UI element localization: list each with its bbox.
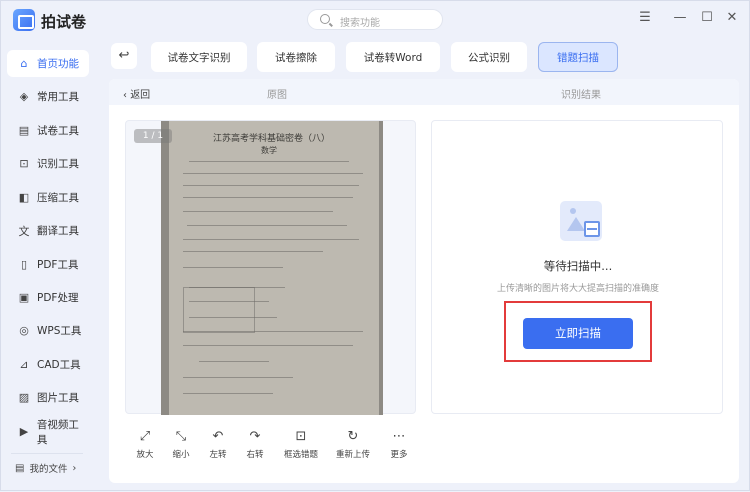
cad-icon: ⊿: [19, 358, 29, 371]
undo-back-button[interactable]: ↩: [111, 43, 137, 69]
sidebar-item-label: PDF处理: [37, 292, 79, 304]
scan-icon: ⊡: [19, 157, 29, 170]
sidebar-item-label: 常用工具: [37, 91, 79, 103]
sidebar-item-recognize-tools[interactable]: ⊡ 识别工具: [7, 150, 89, 177]
select-box-label: 框选错题: [283, 450, 318, 460]
zoom-in-button[interactable]: ⤢ 放大: [125, 428, 165, 460]
sidebar-item-label: PDF工具: [37, 259, 79, 271]
sidebar-item-label: 首页功能: [37, 58, 79, 70]
result-area: 等待扫描中... 上传清晰的图片将大大提高扫描的准确度 立即扫描: [431, 120, 723, 414]
zoom-out-button[interactable]: ⤡ 缩小: [161, 428, 201, 460]
tab-formula-recognition[interactable]: 公式识别: [451, 42, 527, 72]
rotate-left-button[interactable]: ↶ 左转: [198, 428, 238, 460]
wps-icon: ◎: [19, 324, 29, 337]
sidebar-item-wps-tools[interactable]: ◎ WPS工具: [7, 317, 89, 344]
back-link[interactable]: ‹ 返回: [123, 86, 150, 101]
search-box[interactable]: 搜索功能: [307, 9, 443, 30]
sidebar-item-paper-tools[interactable]: ▤ 试卷工具: [7, 117, 89, 144]
app-logo-icon: [13, 9, 35, 31]
more-label: 更多: [390, 450, 408, 460]
minimize-button[interactable]: —: [671, 10, 689, 25]
original-header: 原图: [267, 90, 287, 101]
panel-header: ‹ 返回 原图 识别结果: [109, 79, 739, 105]
reupload-label: 重新上传: [335, 450, 370, 460]
image-toolbar: ⤢ 放大 ⤡ 缩小 ↶ 左转 ↷ 右转 ⊡ 框选错题 ↻ 重新上传 ⋯ 更多: [125, 428, 425, 468]
menu-icon[interactable]: ☰: [636, 10, 654, 25]
zoom-out-icon: ⤡: [175, 429, 187, 444]
tab-wrong-question-scan[interactable]: 错题扫描: [538, 42, 618, 72]
my-files-label: 我的文件: [29, 464, 68, 475]
sidebar-item-label: CAD工具: [37, 359, 81, 371]
image-scan-icon: [560, 201, 602, 241]
pdf-icon: ▯: [20, 258, 28, 271]
sidebar-divider: [11, 453, 83, 454]
original-image-area[interactable]: 江苏高考学科基础密卷（八） 数学 1 / 1: [125, 120, 416, 415]
sidebar-item-label: 音视频工具: [36, 418, 79, 446]
exam-paper-image: 江苏高考学科基础密卷（八） 数学: [169, 121, 379, 415]
search-icon: [320, 14, 330, 24]
sidebar-item-pdf-tools[interactable]: ▯ PDF工具: [7, 251, 89, 278]
translate-icon: 文: [18, 224, 30, 238]
sidebar-item-label: 压缩工具: [37, 192, 79, 204]
select-box-icon: ⊡: [295, 429, 307, 444]
sidebar-item-pdf-process[interactable]: ▣ PDF处理: [7, 284, 89, 311]
sidebar-item-label: WPS工具: [37, 325, 82, 337]
reupload-icon: ↻: [347, 429, 359, 444]
result-header: 识别结果: [561, 90, 601, 101]
main-panel: ‹ 返回 原图 识别结果 江苏高考学科基础密卷（八） 数学 1 / 1 等待扫描…: [109, 79, 739, 483]
upload-hint: 上传清晰的图片将大大提高扫描的准确度: [496, 284, 659, 294]
search-placeholder: 搜索功能: [340, 18, 380, 29]
my-files-link[interactable]: ▤ 我的文件 ›: [15, 461, 77, 476]
title-bar: 拍试卷 搜索功能 ☰ — ☐ ✕: [1, 1, 750, 39]
zoom-out-label: 缩小: [172, 450, 190, 460]
tab-paper-to-word[interactable]: 试卷转Word: [346, 42, 440, 72]
sidebar-item-common-tools[interactable]: ◈ 常用工具: [7, 83, 89, 110]
sidebar-item-translate-tools[interactable]: 文 翻译工具: [7, 217, 89, 244]
waiting-status: 等待扫描中...: [543, 259, 613, 273]
sidebar-item-label: 翻译工具: [37, 225, 79, 237]
zoom-in-icon: ⤢: [139, 429, 151, 444]
select-box-button[interactable]: ⊡ 框选错题: [279, 428, 323, 460]
home-icon: ⌂: [20, 57, 28, 70]
pdf-process-icon: ▣: [18, 291, 30, 304]
tool-tabs: ↩ 试卷文字识别 试卷擦除 试卷转Word 公式识别 错题扫描: [101, 39, 750, 75]
chevron-right-icon: ›: [72, 462, 77, 474]
rotate-right-button[interactable]: ↷ 右转: [235, 428, 275, 460]
close-button[interactable]: ✕: [723, 10, 741, 25]
rotate-left-label: 左转: [209, 450, 227, 460]
rotate-right-label: 右转: [246, 450, 264, 460]
document-subtitle: 数学: [261, 146, 277, 155]
sidebar: ⌂ 首页功能 ◈ 常用工具 ▤ 试卷工具 ⊡ 识别工具 ◧ 压缩工具 文 翻译工…: [1, 41, 93, 492]
zoom-in-label: 放大: [136, 450, 154, 460]
paper-icon: ▤: [18, 124, 30, 137]
image-icon: ▨: [18, 391, 30, 404]
tab-paper-erase[interactable]: 试卷擦除: [257, 42, 335, 72]
rotate-right-icon: ↷: [249, 429, 261, 444]
app-title: 拍试卷: [41, 13, 87, 31]
sidebar-item-home[interactable]: ⌂ 首页功能: [7, 50, 89, 77]
back-label: 返回: [130, 90, 151, 101]
sidebar-item-compress-tools[interactable]: ◧ 压缩工具: [7, 184, 89, 211]
app-window: 拍试卷 搜索功能 ☰ — ☐ ✕ ⌂ 首页功能 ◈ 常用工具 ▤ 试卷工具 ⊡ …: [0, 0, 750, 491]
layers-icon: ◈: [19, 90, 29, 103]
compress-icon: ◧: [18, 191, 30, 204]
document-title: 江苏高考学科基础密卷（八）: [213, 134, 331, 144]
more-button[interactable]: ⋯ 更多: [379, 428, 419, 460]
file-icon: ▤: [15, 462, 25, 474]
sidebar-item-label: 图片工具: [37, 392, 79, 404]
exam-photo: 江苏高考学科基础密卷（八） 数学: [161, 121, 383, 415]
more-icon: ⋯: [392, 429, 406, 444]
media-icon: ▶: [19, 425, 29, 438]
maximize-button[interactable]: ☐: [698, 10, 716, 25]
reupload-button[interactable]: ↻ 重新上传: [330, 428, 376, 460]
page-indicator: 1 / 1: [134, 129, 172, 143]
sidebar-item-label: 识别工具: [37, 158, 79, 170]
sidebar-item-label: 试卷工具: [37, 125, 79, 137]
rotate-left-icon: ↶: [212, 429, 224, 444]
scan-now-button[interactable]: 立即扫描: [523, 318, 633, 349]
sidebar-item-media-tools[interactable]: ▶ 音视频工具: [7, 418, 89, 446]
sidebar-item-cad-tools[interactable]: ⊿ CAD工具: [7, 351, 89, 378]
sidebar-item-image-tools[interactable]: ▨ 图片工具: [7, 384, 89, 411]
tab-paper-text-recognition[interactable]: 试卷文字识别: [151, 42, 247, 72]
